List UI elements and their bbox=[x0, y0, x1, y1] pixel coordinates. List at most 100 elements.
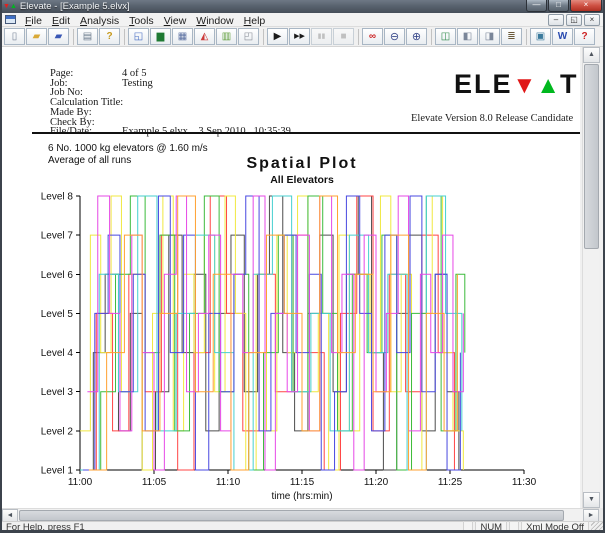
menu-bar: FileEditAnalysisToolsViewWindowHelp – ◱ … bbox=[2, 13, 603, 27]
analysis-graph-button[interactable]: ◭ bbox=[194, 28, 215, 45]
x-tick-label: 11:20 bbox=[364, 477, 389, 488]
document-icon[interactable] bbox=[5, 15, 16, 24]
word-export-icon: W bbox=[558, 32, 567, 42]
project-window-button[interactable]: ◱ bbox=[128, 28, 149, 45]
mdi-close-button[interactable]: × bbox=[584, 14, 600, 26]
context-help-icon: ? bbox=[106, 32, 112, 42]
status-bar: For Help, press F1 NUMXml Mode Off bbox=[2, 521, 603, 533]
menu-view[interactable]: View bbox=[159, 15, 192, 27]
chart-title: Spatial Plot bbox=[22, 155, 580, 173]
elevate-logo: ELE▼▲TE bbox=[454, 69, 580, 100]
page-preview-icon: ◰ bbox=[244, 32, 253, 42]
y-tick-label: Level 4 bbox=[41, 348, 74, 359]
menu-analysis[interactable]: Analysis bbox=[75, 15, 124, 27]
open-file-icon: ▰ bbox=[33, 32, 41, 42]
zoom-out-button[interactable]: ⊖ bbox=[384, 28, 405, 45]
header-value: Testing bbox=[122, 79, 153, 89]
pause-button: ▮▮ bbox=[311, 28, 332, 45]
simulation-screen-icon: ▆ bbox=[157, 32, 165, 42]
project-window-icon: ◱ bbox=[134, 32, 143, 42]
find-button[interactable]: ∞ bbox=[362, 28, 383, 45]
export-screen-button[interactable]: ▣ bbox=[530, 28, 551, 45]
copy-pages-button[interactable]: ◫ bbox=[435, 28, 456, 45]
simulation-screen-button[interactable]: ▆ bbox=[150, 28, 171, 45]
y-tick-label: Level 1 bbox=[41, 466, 74, 477]
toolbar-separator bbox=[431, 29, 432, 45]
app-window: ▼▲ Elevate - [Example 5.elvx] — □ × File… bbox=[0, 0, 605, 533]
prev-page-icon: ◧ bbox=[463, 32, 472, 42]
x-axis-label: time (hrs:min) bbox=[271, 491, 332, 502]
x-tick-label: 11:30 bbox=[512, 477, 537, 488]
series-elevator-6 bbox=[83, 196, 460, 470]
stop-icon: ■ bbox=[340, 32, 346, 42]
x-tick-label: 11:10 bbox=[216, 477, 241, 488]
horizontal-scrollbar[interactable]: ◄ ► bbox=[2, 508, 599, 521]
zoom-in-button[interactable]: ⊕ bbox=[406, 28, 427, 45]
resize-grip[interactable] bbox=[591, 522, 603, 533]
scroll-down-arrow[interactable]: ▼ bbox=[583, 492, 600, 508]
document-page: Page:4 of 5Job:TestingJob No:Calculation… bbox=[2, 47, 580, 508]
copy-pages-icon: ◫ bbox=[441, 32, 450, 42]
find-icon: ∞ bbox=[369, 32, 376, 42]
help-button[interactable]: ? bbox=[574, 28, 595, 45]
export-screen-icon: ▣ bbox=[536, 32, 545, 42]
y-tick-label: Level 2 bbox=[41, 426, 74, 437]
minimize-button[interactable]: — bbox=[526, 0, 547, 12]
close-button[interactable]: × bbox=[570, 0, 602, 12]
series-elevator-1 bbox=[80, 196, 459, 470]
elevator-plan-icon: ▥ bbox=[222, 32, 231, 42]
x-tick-label: 11:00 bbox=[68, 477, 93, 488]
x-tick-label: 11:25 bbox=[438, 477, 463, 488]
chart-subtitle: All Elevators bbox=[22, 174, 580, 186]
new-file-button[interactable]: ▯ bbox=[4, 28, 25, 45]
logo-up-arrow-icon: ▲ bbox=[536, 72, 560, 99]
mdi-restore-button[interactable]: ◱ bbox=[566, 14, 582, 26]
y-tick-label: Level 5 bbox=[41, 309, 74, 320]
menu-tools[interactable]: Tools bbox=[124, 15, 159, 27]
horizontal-scroll-thumb[interactable] bbox=[19, 510, 564, 521]
context-help-button[interactable]: ? bbox=[99, 28, 120, 45]
toolbar-separator bbox=[526, 29, 527, 45]
library-button[interactable]: ≣ bbox=[501, 28, 522, 45]
logo-down-arrow-icon: ▼ bbox=[513, 72, 537, 99]
maximize-button[interactable]: □ bbox=[548, 0, 569, 12]
zoom-in-icon: ⊕ bbox=[412, 32, 421, 42]
scroll-up-arrow[interactable]: ▲ bbox=[583, 47, 600, 63]
tool-bar: ▯▰▰▤?◱▆▦◭▥◰▶▶▶▮▮■∞⊖⊕◫◧◨≣▣W? bbox=[2, 27, 603, 47]
save-icon: ▰ bbox=[55, 32, 63, 42]
run-button[interactable]: ▶ bbox=[267, 28, 288, 45]
prev-page-button[interactable]: ◧ bbox=[457, 28, 478, 45]
toolbar-separator bbox=[358, 29, 359, 45]
run-icon: ▶ bbox=[274, 32, 282, 42]
zoom-out-icon: ⊖ bbox=[390, 32, 399, 42]
elevator-plan-button[interactable]: ▥ bbox=[216, 28, 237, 45]
toolbar-separator bbox=[73, 29, 74, 45]
xml-mode-indicator: Xml Mode Off bbox=[521, 521, 589, 533]
menu-edit[interactable]: Edit bbox=[47, 15, 75, 27]
version-tagline: Elevate Version 8.0 Release Candidate bbox=[411, 113, 580, 124]
open-file-button[interactable]: ▰ bbox=[26, 28, 47, 45]
mdi-minimize-button[interactable]: – bbox=[548, 14, 564, 26]
menu-window[interactable]: Window bbox=[191, 15, 238, 27]
scrollbar-corner bbox=[599, 508, 603, 521]
spatial-plot-chart: 11:0011:0511:1011:1511:2011:2511:30Level… bbox=[22, 188, 580, 502]
series-elevator-8 bbox=[89, 196, 458, 470]
library-icon: ≣ bbox=[507, 32, 515, 42]
data-grid-icon: ▦ bbox=[178, 32, 187, 42]
save-button[interactable]: ▰ bbox=[48, 28, 69, 45]
print-button[interactable]: ▤ bbox=[77, 28, 98, 45]
report-header: Page:4 of 5Job:TestingJob No:Calculation… bbox=[50, 69, 122, 137]
data-grid-button[interactable]: ▦ bbox=[172, 28, 193, 45]
word-export-button[interactable]: W bbox=[552, 28, 573, 45]
menu-help[interactable]: Help bbox=[239, 15, 271, 27]
status-pane-empty-2 bbox=[509, 521, 519, 533]
page-preview-button[interactable]: ◰ bbox=[238, 28, 259, 45]
vertical-scrollbar[interactable]: ▲ ▼ bbox=[582, 47, 599, 508]
num-lock-indicator: NUM bbox=[475, 521, 507, 533]
fast-run-button[interactable]: ▶▶ bbox=[289, 28, 310, 45]
stop-button: ■ bbox=[333, 28, 354, 45]
vertical-scroll-thumb[interactable] bbox=[584, 64, 599, 249]
y-tick-label: Level 7 bbox=[41, 231, 74, 242]
next-page-button[interactable]: ◨ bbox=[479, 28, 500, 45]
menu-file[interactable]: File bbox=[20, 15, 47, 27]
